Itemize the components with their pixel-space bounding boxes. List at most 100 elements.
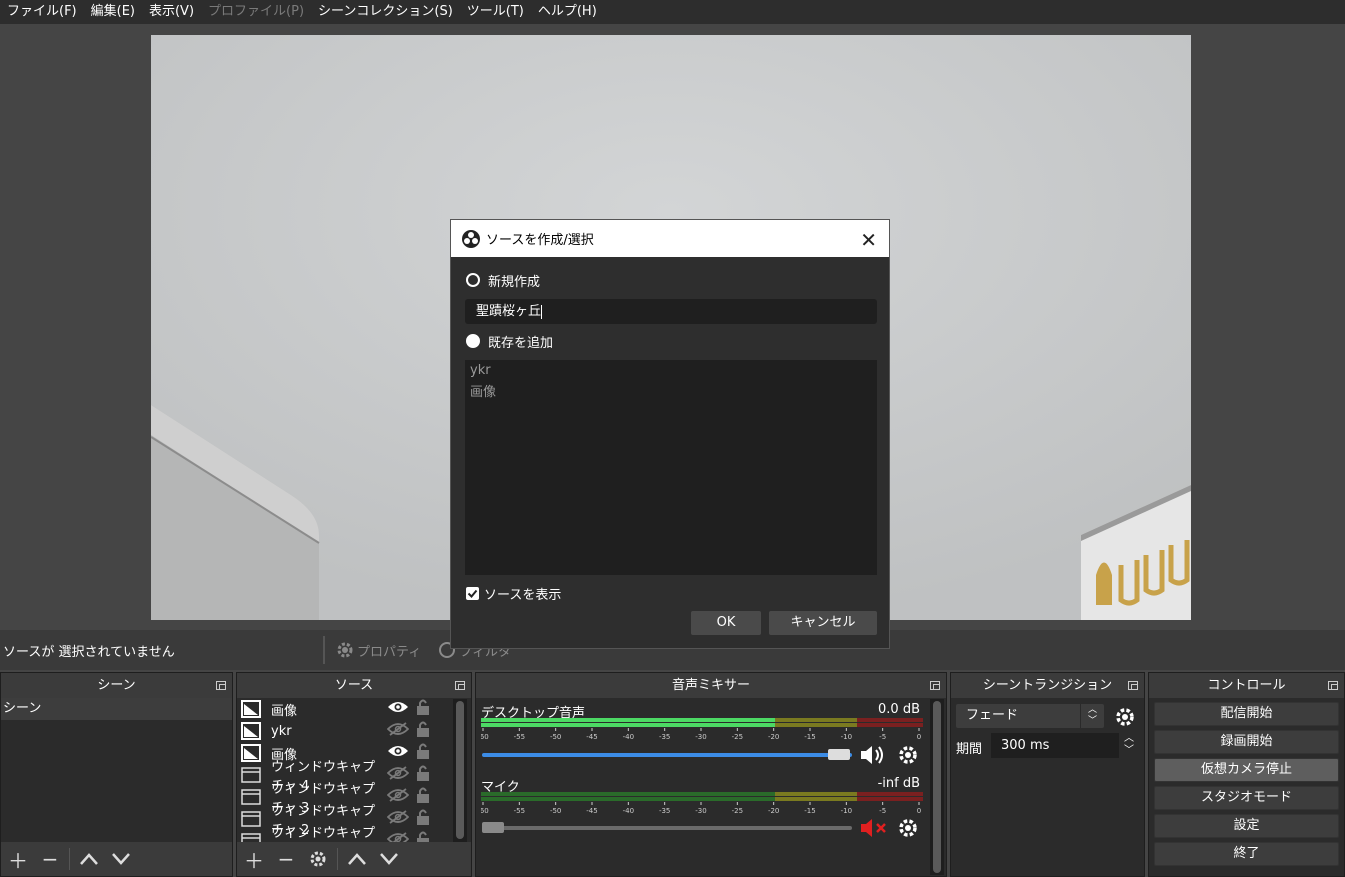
start-streaming-button[interactable]: 配信開始 bbox=[1154, 702, 1339, 726]
image-source-icon bbox=[241, 700, 261, 718]
float-icon[interactable] bbox=[216, 681, 226, 690]
scenes-footer: ＋ − bbox=[1, 842, 232, 876]
menubar: ファイル(F) 編集(E) 表示(V) プロファイル(P) シーンコレクション(… bbox=[0, 0, 1345, 24]
menu-tools[interactable]: ツール(T) bbox=[462, 1, 533, 23]
add-scene-icon[interactable]: ＋ bbox=[5, 846, 31, 873]
menu-edit[interactable]: 編集(E) bbox=[86, 1, 144, 23]
obs-logo-icon bbox=[462, 229, 480, 248]
lock-icon[interactable] bbox=[415, 742, 433, 764]
lock-icon[interactable] bbox=[415, 720, 433, 742]
gear-icon[interactable] bbox=[897, 817, 919, 839]
start-recording-button[interactable]: 録画開始 bbox=[1154, 730, 1339, 754]
volume-slider-handle[interactable] bbox=[482, 822, 504, 833]
add-existing-radio[interactable] bbox=[466, 334, 480, 348]
create-new-label: 新規作成 bbox=[488, 275, 541, 290]
move-up-icon[interactable] bbox=[344, 846, 370, 872]
controls-dock: コントロール 配信開始 録画開始 仮想カメラ停止 スタジオモード 設定 終了 bbox=[1148, 672, 1345, 877]
float-icon[interactable] bbox=[930, 681, 940, 690]
window-capture-icon bbox=[241, 810, 261, 828]
source-list-item[interactable]: 画像 bbox=[237, 698, 451, 720]
source-properties-icon[interactable] bbox=[305, 846, 331, 872]
close-icon[interactable]: ✕ bbox=[860, 228, 877, 252]
eye-hidden-icon[interactable] bbox=[386, 766, 410, 784]
toolbar-divider bbox=[323, 636, 325, 664]
eye-icon[interactable] bbox=[387, 700, 409, 718]
menu-help[interactable]: ヘルプ(H) bbox=[533, 1, 606, 23]
menu-view[interactable]: 表示(V) bbox=[144, 1, 203, 23]
properties-label: プロパティ bbox=[357, 644, 422, 660]
list-item[interactable]: ykr bbox=[465, 360, 877, 382]
show-source-label: ソースを表示 bbox=[484, 588, 562, 603]
lock-icon[interactable] bbox=[415, 764, 433, 786]
meter-scale-label: 0 bbox=[917, 807, 921, 814]
duration-input[interactable]: 300 ms bbox=[991, 733, 1119, 758]
studio-mode-button[interactable]: スタジオモード bbox=[1154, 786, 1339, 810]
remove-source-icon[interactable]: − bbox=[273, 846, 299, 872]
meter-scale-label: -50 bbox=[550, 733, 561, 740]
speaker-muted-icon[interactable] bbox=[859, 817, 889, 839]
volume-slider-track[interactable] bbox=[482, 826, 852, 830]
lock-icon[interactable] bbox=[415, 786, 433, 808]
menu-file[interactable]: ファイル(F) bbox=[2, 1, 86, 23]
dialog-title: ソースを作成/選択 bbox=[486, 233, 594, 248]
mixer-channel-desktop: デスクトップ音声 0.0 dB -60-55-50-45-40-35-30-25… bbox=[476, 698, 946, 778]
eye-hidden-icon[interactable] bbox=[386, 722, 410, 740]
float-icon[interactable] bbox=[455, 681, 465, 690]
sources-scroll-thumb[interactable] bbox=[456, 701, 464, 839]
add-source-icon[interactable]: ＋ bbox=[241, 846, 267, 873]
gear-icon bbox=[337, 642, 353, 658]
volume-meter: -60-55-50-45-40-35-30-25-20-15-10-50 bbox=[481, 718, 923, 740]
meter-scale-label: -5 bbox=[879, 807, 886, 814]
menu-profile[interactable]: プロファイル(P) bbox=[203, 1, 313, 23]
meter-scale: -60-55-50-45-40-35-30-25-20-15-10-50 bbox=[481, 728, 921, 740]
settings-button[interactable]: 設定 bbox=[1154, 814, 1339, 838]
source-list-item[interactable]: ykr bbox=[237, 720, 451, 742]
lock-icon[interactable] bbox=[415, 698, 433, 720]
channel-db: -inf dB bbox=[877, 776, 920, 791]
create-new-radio[interactable] bbox=[466, 273, 480, 287]
float-icon[interactable] bbox=[1128, 681, 1138, 690]
scene-list-item[interactable]: シーン bbox=[1, 698, 232, 720]
gear-icon[interactable] bbox=[1114, 706, 1136, 728]
transition-select[interactable]: フェード ︿ ﹀ bbox=[956, 704, 1104, 728]
source-name: ykr bbox=[271, 723, 292, 739]
properties-button[interactable]: プロパティ bbox=[335, 640, 421, 660]
mixer-channel-mic: マイク -inf dB -60-55-50-45-40-35-30-25-20-… bbox=[476, 772, 946, 852]
duration-stepper[interactable]: ︿ ﹀ bbox=[1120, 733, 1138, 758]
eye-hidden-icon[interactable] bbox=[386, 788, 410, 806]
show-source-checkbox[interactable] bbox=[466, 587, 479, 600]
volume-slider-track[interactable] bbox=[482, 753, 852, 757]
move-up-icon[interactable] bbox=[76, 846, 102, 872]
meter-scale-label: -40 bbox=[623, 733, 634, 740]
mixer-scrollbar[interactable] bbox=[930, 699, 944, 875]
stop-virtual-camera-button[interactable]: 仮想カメラ停止 bbox=[1154, 758, 1339, 782]
move-down-icon[interactable] bbox=[108, 846, 134, 872]
speaker-icon[interactable] bbox=[859, 744, 887, 766]
lock-icon[interactable] bbox=[415, 808, 433, 830]
sources-scrollbar[interactable] bbox=[453, 699, 467, 844]
meter-scale-label: -20 bbox=[768, 733, 779, 740]
meter-scale-label: -25 bbox=[732, 807, 743, 814]
cancel-button[interactable]: キャンセル bbox=[769, 611, 877, 635]
ok-button[interactable]: OK bbox=[691, 611, 761, 635]
exit-button[interactable]: 終了 bbox=[1154, 842, 1339, 866]
mixer-scroll-thumb[interactable] bbox=[933, 701, 941, 873]
existing-source-list[interactable]: ykr 画像 bbox=[465, 360, 877, 575]
scenes-dock: シーン シーン ＋ − bbox=[0, 672, 233, 877]
move-down-icon[interactable] bbox=[376, 846, 402, 872]
gear-icon[interactable] bbox=[897, 744, 919, 766]
remove-scene-icon[interactable]: − bbox=[37, 846, 63, 872]
meter-scale-label: -35 bbox=[659, 733, 670, 740]
eye-icon[interactable] bbox=[387, 744, 409, 762]
float-icon[interactable] bbox=[1328, 681, 1338, 690]
meter-scale-label: -5 bbox=[879, 733, 886, 740]
sources-dock-title: ソース bbox=[237, 673, 471, 698]
eye-hidden-icon[interactable] bbox=[386, 810, 410, 828]
list-item[interactable]: 画像 bbox=[465, 382, 877, 404]
source-name-input[interactable]: 聖蹟桜ヶ丘 bbox=[465, 299, 877, 324]
volume-slider-handle[interactable] bbox=[828, 749, 850, 760]
sources-dock: ソース 画像 ykr 画像 ウィンドウキャプチャ 4 ウィンドウキャプチャ 3 ウィンドウ… bbox=[236, 672, 472, 877]
meter-scale-label: -10 bbox=[841, 807, 852, 814]
source-name: ウィンドウキャプチャ bbox=[271, 826, 376, 841]
menu-scene-collection[interactable]: シーンコレクション(S) bbox=[313, 1, 462, 23]
